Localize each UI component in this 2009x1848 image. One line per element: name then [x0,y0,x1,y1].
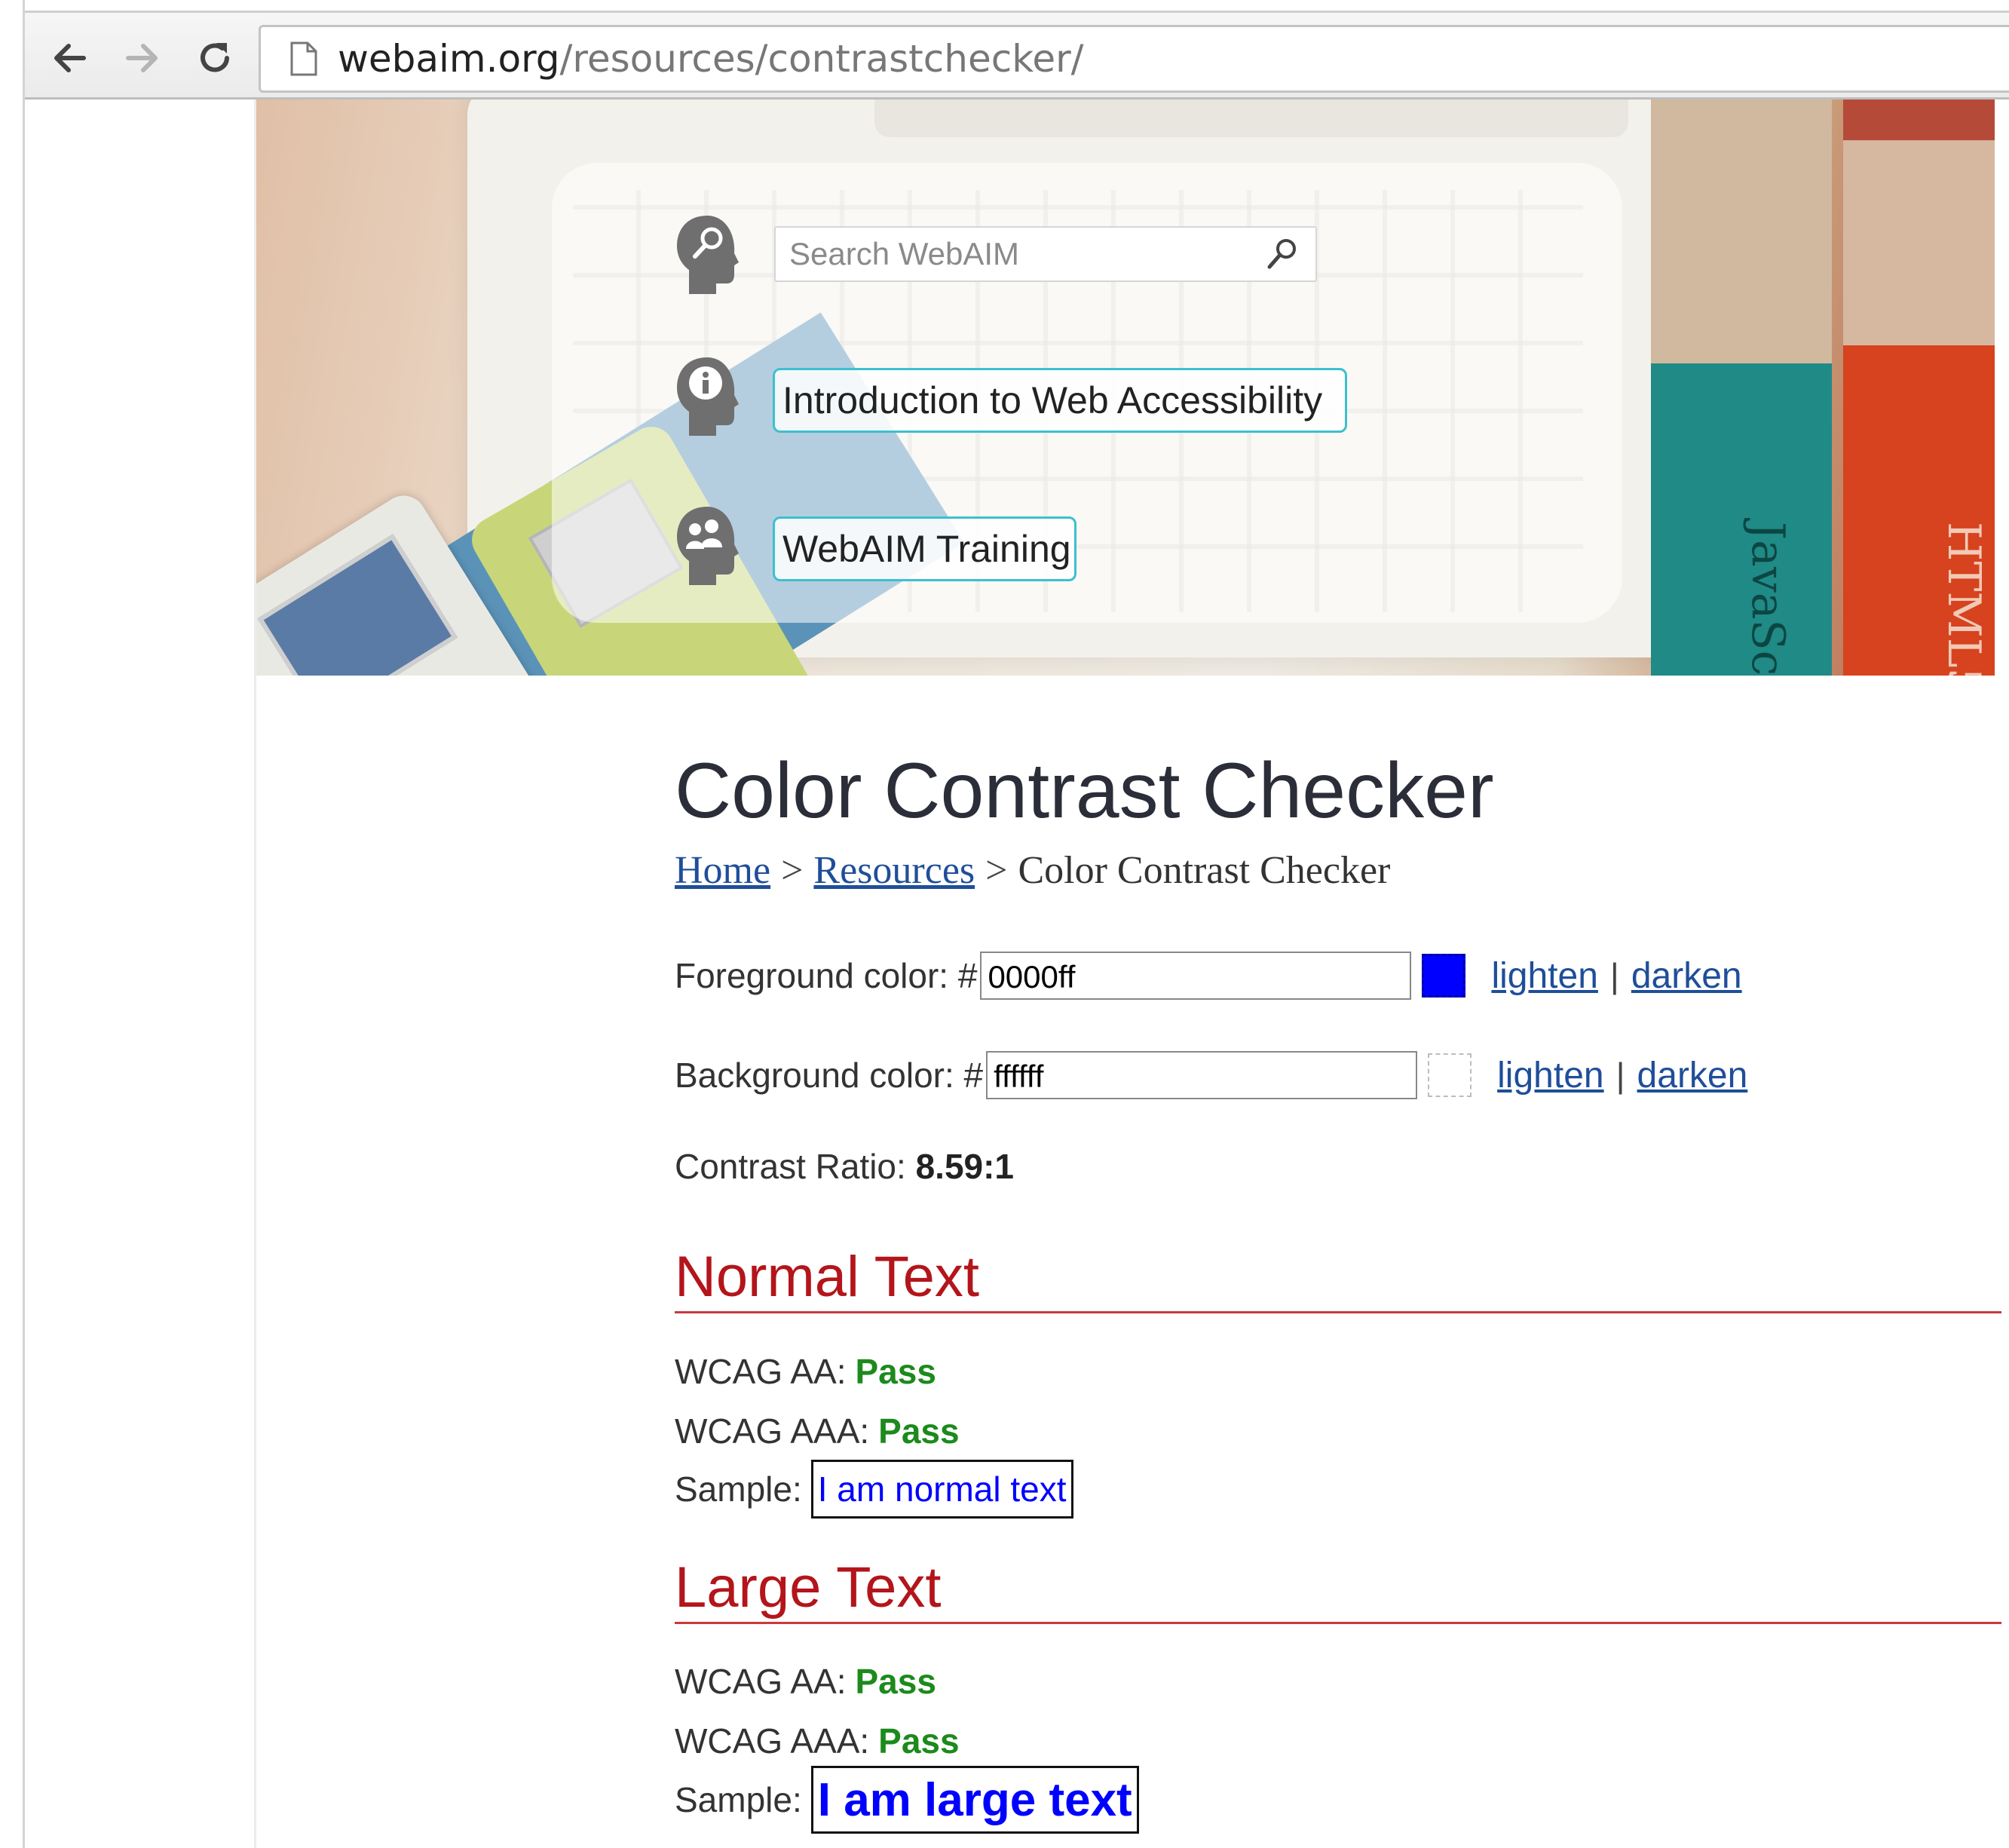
foreground-color-input[interactable] [980,952,1412,1000]
large-sample-row: Sample: I am large text [675,1766,1139,1834]
foreground-label: Foreground color: # [675,956,978,995]
large-aa-status: Pass [855,1662,936,1701]
people-head-icon [672,504,742,588]
background-lighten-link[interactable]: lighten [1497,1055,1603,1096]
search-box [774,226,1317,282]
large-aaa-result: WCAG AAA: Pass [675,1721,960,1761]
foreground-darken-link[interactable]: darken [1631,955,1742,997]
breadcrumb: Home > Resources > Color Contrast Checker [675,848,1390,893]
back-arrow-icon [54,44,86,72]
normal-sample-label: Sample: [675,1470,802,1509]
book-label-html5: HTML5 [1937,522,1990,676]
browser-toolbar: webaim.org/resources/contrastchecker/ [25,11,2009,100]
normal-sample-text: I am normal text [810,1460,1073,1519]
page-title: Color Contrast Checker [675,747,1494,835]
breadcrumb-separator: > [985,849,1008,892]
search-input[interactable] [776,227,1260,281]
breadcrumb-home-link[interactable]: Home [675,849,770,892]
normal-aaa-result: WCAG AAA: Pass [675,1411,960,1451]
normal-aaa-status: Pass [878,1411,960,1451]
magnifier-icon [1267,239,1296,269]
contrast-ratio-value: 8.59:1 [915,1147,1015,1186]
normal-aaa-label: WCAG AAA: [675,1411,870,1451]
back-button[interactable] [47,35,93,81]
reload-button[interactable] [192,35,237,81]
forward-button[interactable] [119,35,164,81]
large-aaa-status: Pass [878,1721,960,1761]
webaim-training-link[interactable]: WebAIM Training [773,516,1076,581]
large-aa-result: WCAG AA: Pass [675,1661,936,1702]
large-sample-text: I am large text [810,1766,1139,1834]
laptop-rim [874,100,1628,137]
url-path: /resources/contrastchecker/ [559,37,1084,81]
contrast-ratio: Contrast Ratio: 8.59:1 [675,1146,1014,1187]
ipod-screen [257,534,458,676]
large-aa-label: WCAG AA: [675,1662,847,1701]
breadcrumb-current: Color Contrast Checker [1018,849,1391,892]
large-sample-label: Sample: [675,1780,802,1819]
background-label: Background color: # [675,1056,984,1095]
foreground-color-row: Foreground color: # lighten | darken [675,952,1742,1000]
foreground-lighten-link[interactable]: lighten [1491,955,1597,997]
address-bar[interactable]: webaim.org/resources/contrastchecker/ [259,25,2009,93]
url-host: webaim.org [338,37,560,81]
forward-arrow-icon [126,44,158,72]
background-color-row: Background color: # lighten | darken [675,1051,1747,1099]
book-label-javascript: JavaScript [1741,522,1794,676]
breadcrumb-separator: > [781,849,804,892]
page-icon [290,41,317,76]
large-text-heading: Large Text [675,1555,2001,1624]
link-divider: | [1609,956,1619,995]
link-divider: | [1615,1056,1625,1095]
info-head-icon [672,354,742,439]
background-darken-link[interactable]: darken [1637,1055,1748,1096]
normal-text-heading: Normal Text [675,1244,2001,1313]
large-aaa-label: WCAG AAA: [675,1721,870,1761]
intro-accessibility-link[interactable]: Introduction to Web Accessibility [773,368,1347,433]
foreground-swatch[interactable] [1422,954,1466,998]
url-text[interactable]: webaim.org/resources/contrastchecker/ [338,37,1084,81]
contrast-ratio-label: Contrast Ratio: [675,1147,906,1186]
normal-sample-row: Sample: I am normal text [675,1460,1073,1519]
normal-aa-result: WCAG AA: Pass [675,1351,936,1392]
background-swatch[interactable] [1428,1053,1472,1097]
normal-aa-label: WCAG AA: [675,1352,847,1391]
search-head-icon [672,213,742,297]
page-margin [25,100,254,1848]
search-button[interactable] [1260,231,1305,277]
normal-aa-status: Pass [855,1352,936,1391]
reload-icon [201,43,229,72]
breadcrumb-resources-link[interactable]: Resources [813,849,975,892]
background-color-input[interactable] [986,1051,1418,1099]
